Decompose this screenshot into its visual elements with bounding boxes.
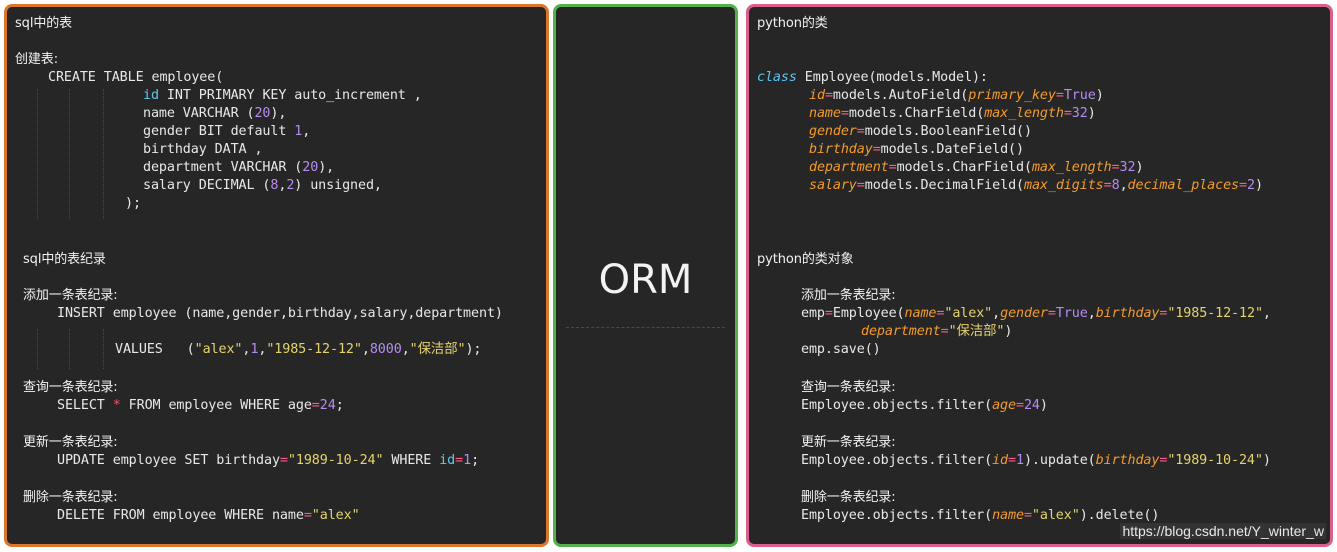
indent-guide xyxy=(37,89,38,219)
indent-guide xyxy=(37,329,38,369)
python-update-line: Employee.objects.filter(id=1).update(bir… xyxy=(801,453,1271,468)
python-class-heading: python的类 xyxy=(757,16,828,31)
create-table-line: salary DECIMAL (8,2) unsigned, xyxy=(143,178,382,193)
python-add-label: 添加一条表纪录: xyxy=(801,288,896,303)
python-query-label: 查询一条表纪录: xyxy=(801,380,896,395)
sql-table-heading: sql中的表 xyxy=(15,16,73,31)
watermark: https://blog.csdn.net/Y_winter_w xyxy=(1120,523,1326,539)
python-delete-label: 删除一条表纪录: xyxy=(801,490,896,505)
python-objects-heading: python的类对象 xyxy=(757,252,854,267)
orm-comparison-diagram: sql中的表 创建表: CREATE TABLE employee( id IN… xyxy=(0,0,1337,552)
python-class-line: department=models.CharField(max_length=3… xyxy=(809,160,1144,175)
create-table-line: birthday DATA , xyxy=(143,142,263,157)
create-table-line: gender BIT default 1, xyxy=(143,124,311,139)
create-table-line: CREATE TABLE employee( xyxy=(48,70,224,85)
sql-query-label: 查询一条表纪录: xyxy=(23,380,118,395)
connector-line xyxy=(566,327,725,328)
python-save-line: emp.save() xyxy=(801,342,881,357)
python-delete-line: Employee.objects.filter(name="alex").del… xyxy=(801,508,1160,523)
sql-delete-label: 删除一条表纪录: xyxy=(23,490,118,505)
python-class-line: class Employee(models.Model): xyxy=(757,70,988,85)
indent-guide xyxy=(103,329,104,369)
sql-values-line: VALUES ("alex",1,"1985-12-12",8000,"保洁部"… xyxy=(115,342,482,357)
sql-insert-line: INSERT employee (name,gender,birthday,sa… xyxy=(57,306,503,321)
python-emp-line: department="保洁部") xyxy=(861,324,1013,339)
create-table-line: ); xyxy=(125,196,141,211)
sql-update-line: UPDATE employee SET birthday="1989-10-24… xyxy=(57,453,480,468)
create-table-line: name VARCHAR (20), xyxy=(143,106,287,121)
python-panel: python的类 class Employee(models.Model): i… xyxy=(746,4,1333,547)
indent-guide xyxy=(103,89,104,219)
sql-select-line: SELECT * FROM employee WHERE age=24; xyxy=(57,398,344,413)
create-table-line: id INT PRIMARY KEY auto_increment , xyxy=(143,88,422,103)
python-class-line: gender=models.BooleanField() xyxy=(809,124,1032,139)
python-class-line: name=models.CharField(max_length=32) xyxy=(809,106,1096,121)
python-update-label: 更新一条表纪录: xyxy=(801,435,896,450)
python-class-line: id=models.AutoField(primary_key=True) xyxy=(809,88,1104,103)
sql-add-label: 添加一条表纪录: xyxy=(23,288,118,303)
python-filter-line: Employee.objects.filter(age=24) xyxy=(801,398,1048,413)
sql-delete-line: DELETE FROM employee WHERE name="alex" xyxy=(57,508,360,523)
python-emp-line: emp=Employee(name="alex",gender=True,bir… xyxy=(801,306,1271,321)
sql-update-label: 更新一条表纪录: xyxy=(23,435,118,450)
create-table-line: department VARCHAR (20), xyxy=(143,160,335,175)
indent-guide xyxy=(69,329,70,369)
orm-title: ORM xyxy=(598,257,693,303)
python-class-line: birthday=models.DateField() xyxy=(809,142,1024,157)
sql-panel: sql中的表 创建表: CREATE TABLE employee( id IN… xyxy=(4,4,549,547)
python-class-line: salary=models.DecimalField(max_digits=8,… xyxy=(809,178,1263,193)
indent-guide xyxy=(69,89,70,219)
create-table-label: 创建表: xyxy=(15,52,58,67)
orm-panel: ORM xyxy=(553,4,738,547)
sql-records-heading: sql中的表纪录 xyxy=(23,252,106,267)
